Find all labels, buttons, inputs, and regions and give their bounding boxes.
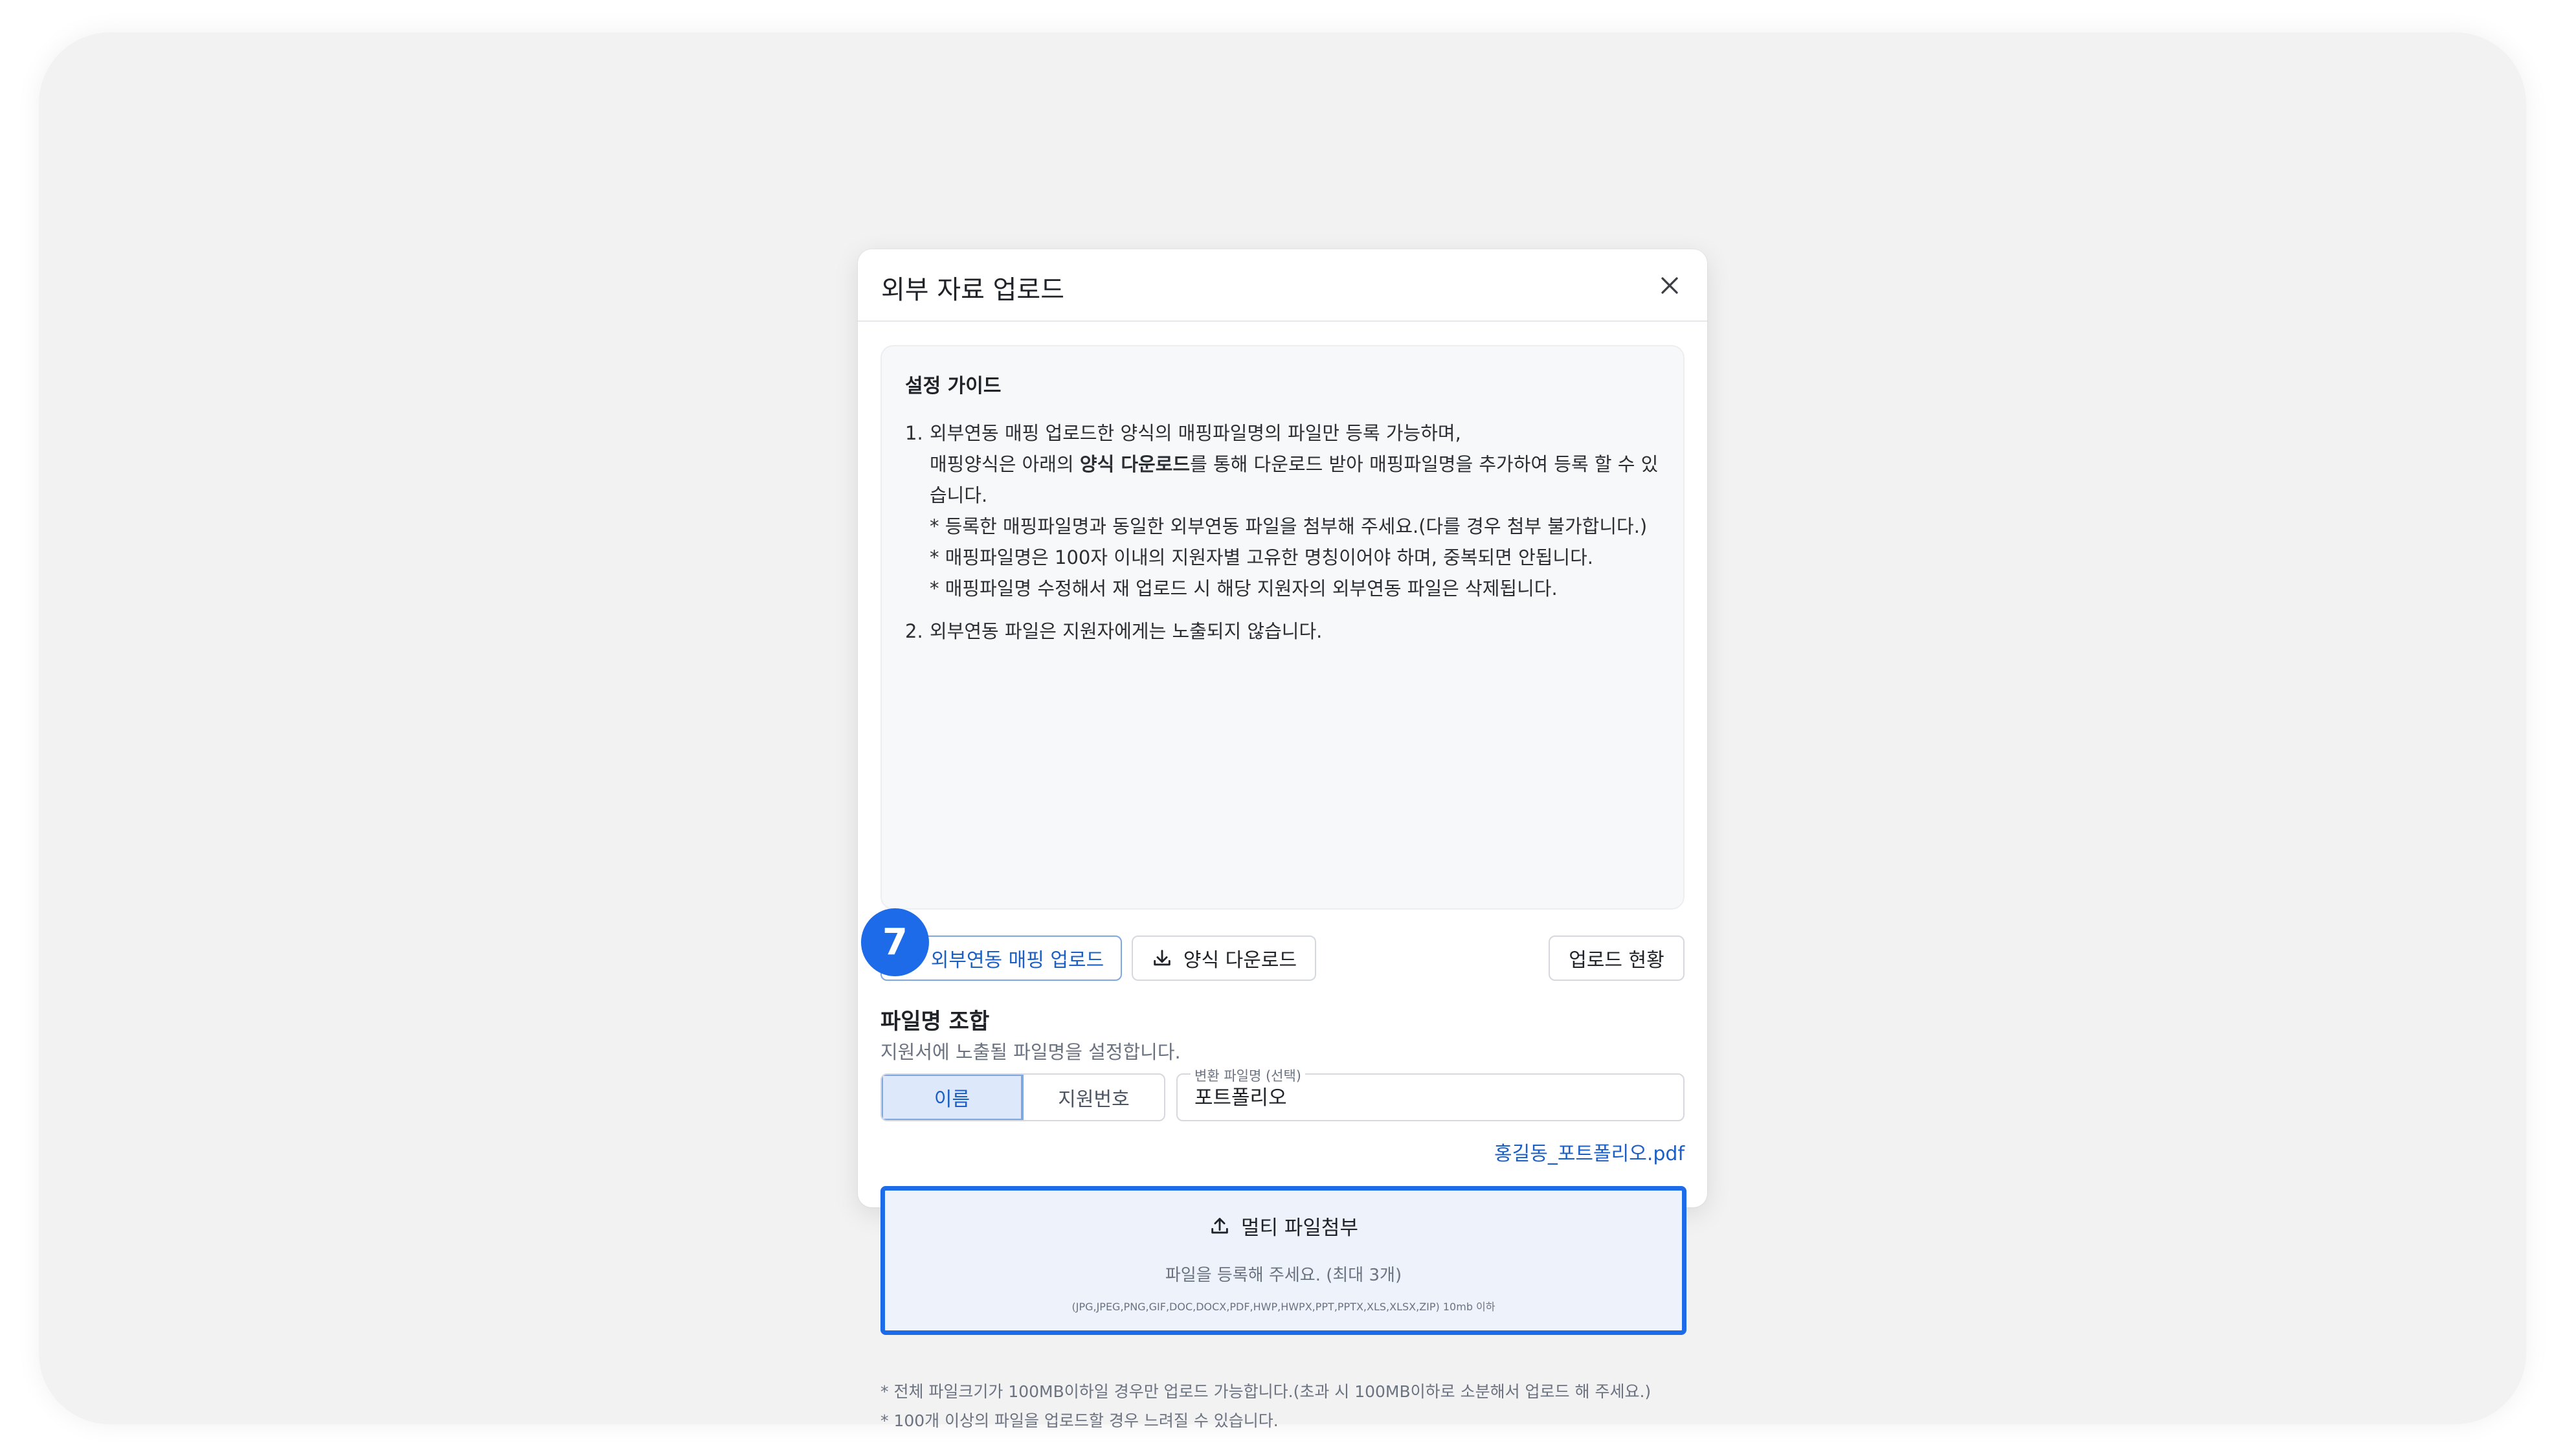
guide-item-text: 외부연동 매핑 업로드한 양식의 매핑파일명의 파일만 등록 가능하며, [930,422,1461,444]
guide-text-bold: 양식 다운로드 [1079,453,1191,475]
close-button[interactable] [1655,271,1684,300]
guide-text: 매핑양식은 아래의 [930,453,1080,475]
guide-sub-note: * 등록한 매핑파일명과 동일한 외부연동 파일을 첨부해 주세요.(다를 경우… [930,515,1648,537]
converted-filename-field: 변환 파일명 (선택) [1176,1066,1685,1121]
guide-sub-note: * 매핑파일명은 100자 이내의 지원자별 고유한 명칭이어야 하며, 중복되… [930,546,1594,568]
upload-modal: 외부 자료 업로드 설정 가이드 1. 외부연동 매핑 업로드한 양식의 매핑파… [858,249,1707,1430]
dropzone-label: 멀티 파일첨부 [1241,1216,1358,1240]
filename-type-toggle: 이름 지원번호 [880,1073,1165,1121]
guide-item-number: 1. [905,422,923,444]
guide-title: 설정 가이드 [905,375,1002,398]
upload-mapping-label: 외부연동 매핑 업로드 [930,949,1104,972]
download-form-button[interactable]: 양식 다운로드 [1132,935,1316,981]
setting-guide: 설정 가이드 1. 외부연동 매핑 업로드한 양식의 매핑파일명의 파일만 등록… [880,345,1685,910]
guide-item-text: 외부연동 파일은 지원자에게는 노출되지 않습니다. [930,620,1323,642]
filename-preview-link[interactable]: 홍길동_포트폴리오.pdf [1494,1137,1685,1166]
size-limit-note: * 전체 파일크기가 100MB이하일 경우만 업로드 가능합니다.(초과 시 … [880,1382,1652,1401]
dropzone-desc: 파일을 등록해 주세요. (최대 3개) [1165,1266,1402,1285]
upload-status-label: 업로드 현황 [1569,949,1664,972]
guide-item-1: 1. 외부연동 매핑 업로드한 양식의 매핑파일명의 파일만 등록 가능하며, [905,418,1660,449]
toggle-option-name[interactable]: 이름 [882,1075,1024,1120]
download-icon [1154,950,1170,966]
guide-item-1-detail: 매핑양식은 아래의 양식 다운로드를 통해 다운로드 받아 매핑파일명을 추가하… [930,449,1660,511]
guide-item-number: 2. [905,620,923,642]
close-icon [1661,277,1678,294]
upload-icon [1211,1217,1228,1233]
converted-filename-input[interactable] [1194,1084,1661,1107]
guide-sub-note: * 매핑파일명 수정해서 재 업로드 시 해당 지원자의 외부연동 파일은 삭제… [930,577,1558,599]
guide-item-2: 2. 외부연동 파일은 지원자에게는 노출되지 않습니다. [905,616,1660,647]
toggle-option-applicant-number[interactable]: 지원번호 [1024,1075,1164,1120]
upload-status-button[interactable]: 업로드 현황 [1549,935,1685,981]
dropzone-file-types: (JPG,JPEG,PNG,GIF,DOC,DOCX,PDF,HWP,HWPX,… [1071,1301,1495,1313]
filename-section-title: 파일명 조합 [880,1009,990,1035]
dropzone-header: 멀티 파일첨부 [885,1211,1682,1240]
converted-filename-label: 변환 파일명 (선택) [1191,1066,1305,1085]
filename-section-desc: 지원서에 노출될 파일명을 설정합니다. [880,1041,1181,1063]
performance-note: * 100개 이상의 파일을 업로드할 경우 느려질 수 있습니다. [880,1411,1279,1430]
step-number-badge: 7 [861,908,929,976]
modal-header: 외부 자료 업로드 [858,249,1707,322]
multi-file-dropzone[interactable]: 멀티 파일첨부 파일을 등록해 주세요. (최대 3개) (JPG,JPEG,P… [880,1186,1686,1335]
download-form-label: 양식 다운로드 [1183,949,1297,972]
modal-title: 외부 자료 업로드 [881,275,1065,305]
